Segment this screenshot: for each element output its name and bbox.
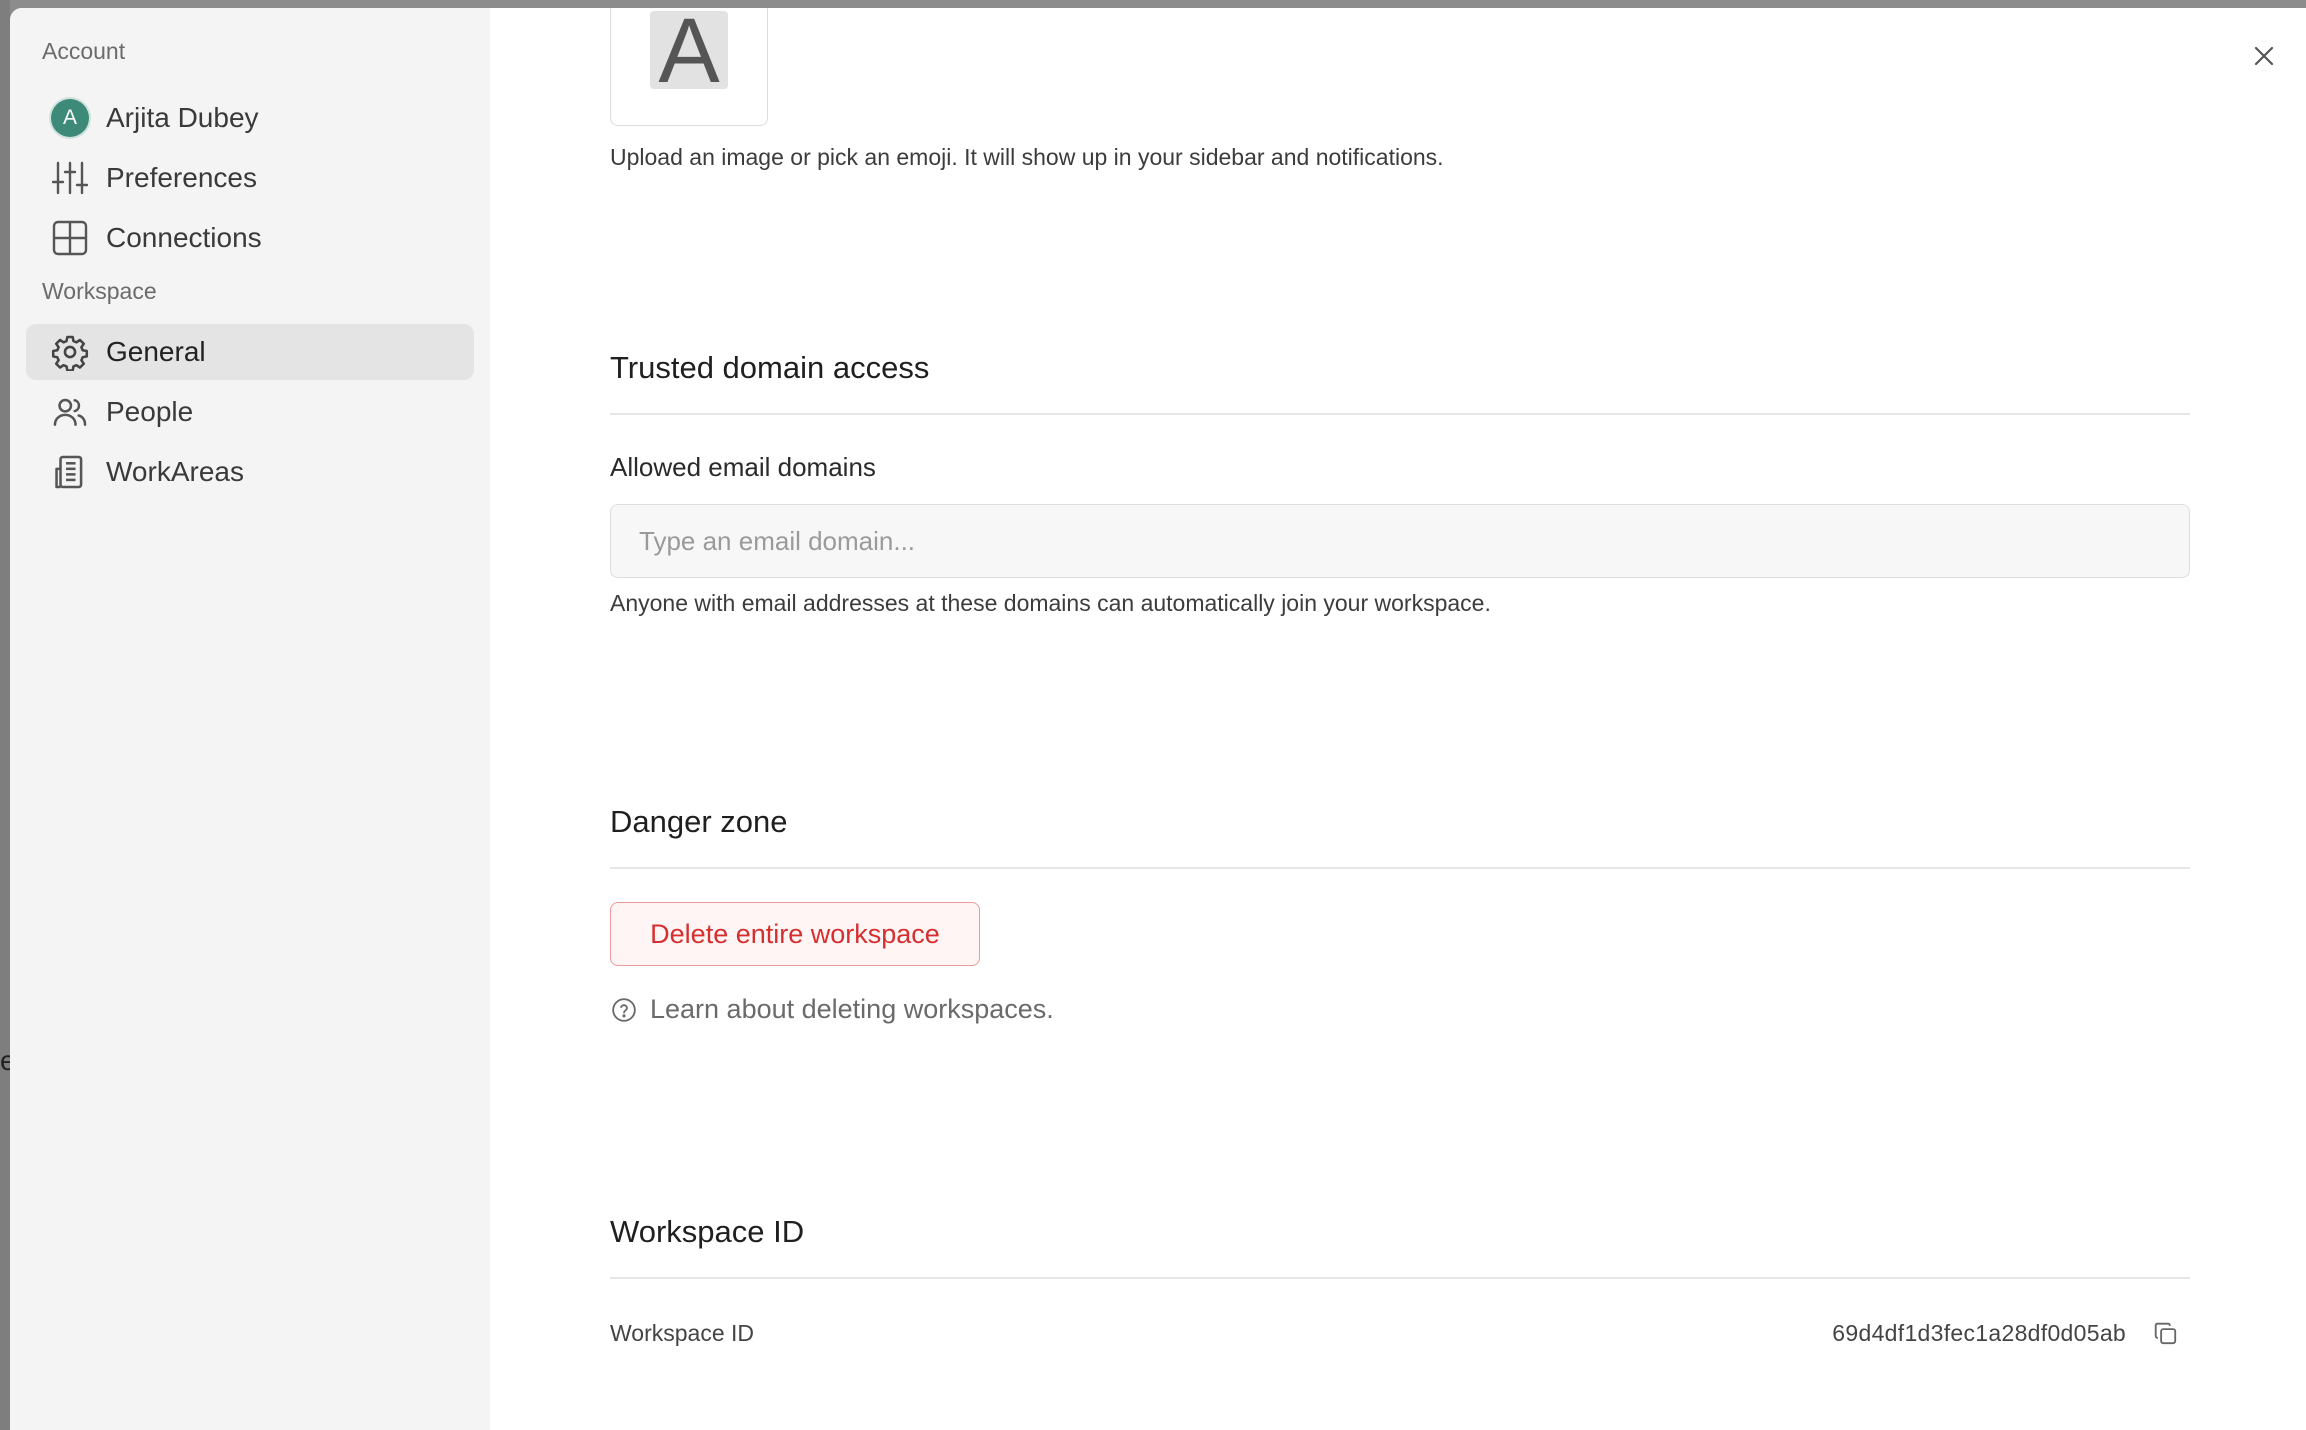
sidebar-item-label: Preferences xyxy=(106,162,257,193)
backdrop xyxy=(0,0,10,1430)
workspace-id-heading: Workspace ID xyxy=(610,1214,805,1249)
sidebar-item-workareas[interactable]: WorkAreas xyxy=(26,444,474,500)
close-icon xyxy=(2254,46,2274,66)
divider xyxy=(610,1277,2190,1279)
grid-icon xyxy=(50,218,90,258)
close-button[interactable] xyxy=(2246,38,2282,74)
sidebar-item-account[interactable]: A Arjita Dubey xyxy=(26,90,474,146)
people-icon xyxy=(50,392,90,432)
general-settings-panel: A Upload an image or pick an emoji. It w… xyxy=(490,8,2306,1430)
workspace-id-label: Workspace ID xyxy=(610,1320,755,1346)
copy-workspace-id-button[interactable] xyxy=(2150,1318,2182,1350)
delete-workspace-button[interactable]: Delete entire workspace xyxy=(610,902,980,966)
sidebar-item-general[interactable]: General xyxy=(26,324,474,380)
workspace-icon-help: Upload an image or pick an emoji. It wil… xyxy=(610,144,1444,170)
divider xyxy=(610,413,2190,415)
divider xyxy=(610,867,2190,869)
sliders-icon xyxy=(50,158,90,198)
sidebar-item-connections[interactable]: Connections xyxy=(26,210,474,266)
settings-modal: Account A Arjita Dubey Preferences Conne… xyxy=(10,8,2306,1430)
workspace-id-row: Workspace ID 69d4df1d3fec1a28df0d05ab xyxy=(610,1314,2190,1354)
sidebar-item-label: Arjita Dubey xyxy=(106,102,259,133)
question-circle-icon xyxy=(610,996,638,1024)
danger-zone-heading: Danger zone xyxy=(610,804,788,839)
workspace-section-label: Workspace xyxy=(42,278,157,304)
sidebar-item-label: Connections xyxy=(106,222,262,253)
backdrop-text-fragment: e xyxy=(0,1045,10,1076)
workspace-id-value: 69d4df1d3fec1a28df0d05ab xyxy=(1832,1320,2126,1346)
allowed-domains-label: Allowed email domains xyxy=(610,452,876,482)
sidebar-item-label: General xyxy=(106,336,206,367)
learn-link-text: Learn about deleting workspaces. xyxy=(650,994,1054,1024)
account-section-label: Account xyxy=(42,38,126,64)
learn-deleting-workspaces-link[interactable]: Learn about deleting workspaces. xyxy=(610,994,1054,1025)
sidebar-item-label: People xyxy=(106,396,194,427)
sidebar-item-people[interactable]: People xyxy=(26,384,474,440)
email-domain-input[interactable] xyxy=(610,504,2190,578)
copy-icon xyxy=(2154,1322,2177,1345)
gear-icon xyxy=(50,332,90,372)
settings-sidebar: Account A Arjita Dubey Preferences Conne… xyxy=(10,8,490,1430)
building-icon xyxy=(50,452,90,492)
workspace-icon: A xyxy=(650,8,728,97)
workspace-icon-picker[interactable]: A xyxy=(610,8,768,126)
sidebar-item-preferences[interactable]: Preferences xyxy=(26,150,474,206)
trusted-domain-heading: Trusted domain access xyxy=(610,350,930,385)
user-avatar-icon: A xyxy=(50,98,90,138)
sidebar-item-label: WorkAreas xyxy=(106,456,244,487)
allowed-domains-help: Anyone with email addresses at these dom… xyxy=(610,590,1491,616)
avatar: A xyxy=(51,99,89,137)
